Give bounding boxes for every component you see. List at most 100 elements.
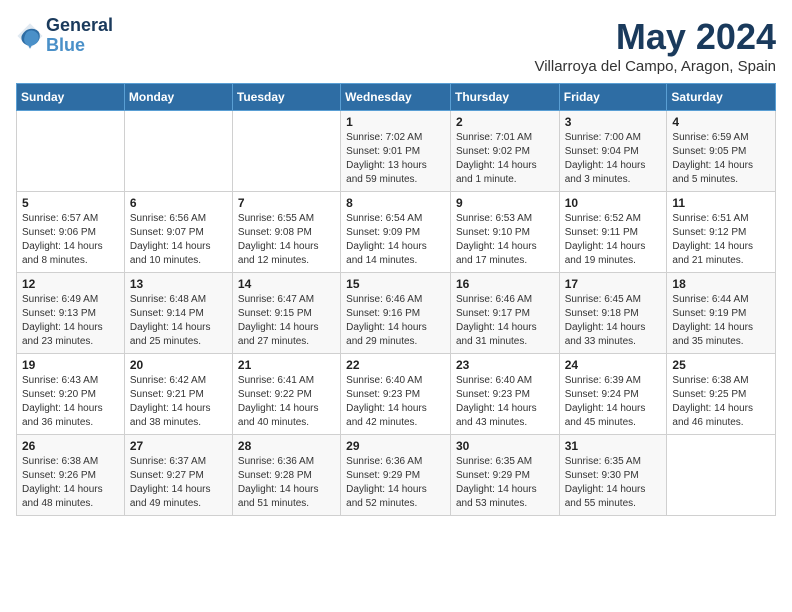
day-number: 7 [238, 196, 335, 210]
calendar-cell: 10Sunrise: 6:52 AM Sunset: 9:11 PM Dayli… [559, 192, 667, 273]
day-number: 1 [346, 115, 445, 129]
day-info: Sunrise: 7:00 AM Sunset: 9:04 PM Dayligh… [565, 131, 662, 187]
calendar-cell: 14 Sunrise: 6:47 AM Sunset: 9:15 PM Dayli… [232, 273, 340, 354]
day-info: Sunrise: 6:40 AM Sunset: 9:23 PM Dayligh… [346, 374, 445, 430]
day-number: 14 [238, 277, 335, 291]
day-number: 15 [346, 277, 445, 291]
header-monday: Monday [124, 84, 232, 111]
calendar-cell: 17 Sunrise: 6:45 AM Sunset: 9:18 PM Dayli… [559, 273, 667, 354]
day-info: Sunrise: 6:42 AM Sunset: 9:21 PM Dayligh… [130, 374, 227, 430]
calendar-cell: 21 Sunrise: 6:41 AM Sunset: 9:22 PM Dayli… [232, 354, 340, 435]
calendar-cell: 18 Sunrise: 6:44 AM Sunset: 9:19 PM Dayli… [667, 273, 776, 354]
calendar-cell [232, 111, 340, 192]
day-info: Sunrise: 6:55 AM Sunset: 9:08 PM Dayligh… [238, 212, 335, 268]
calendar-cell: 26 Sunrise: 6:38 AM Sunset: 9:26 PM Dayli… [17, 435, 125, 516]
day-number: 13 [130, 277, 227, 291]
header-saturday: Saturday [667, 84, 776, 111]
day-number: 3 [565, 115, 662, 129]
calendar-cell: 30 Sunrise: 6:35 AM Sunset: 9:29 PM Dayli… [450, 435, 559, 516]
day-info: Sunrise: 6:44 AM Sunset: 9:19 PM Dayligh… [672, 293, 770, 349]
day-number: 18 [672, 277, 770, 291]
day-info: Sunrise: 6:45 AM Sunset: 9:18 PM Dayligh… [565, 293, 662, 349]
calendar-week-row: 26 Sunrise: 6:38 AM Sunset: 9:26 PM Dayli… [17, 435, 776, 516]
day-info: Sunrise: 6:35 AM Sunset: 9:30 PM Dayligh… [565, 455, 662, 511]
logo: General Blue [16, 16, 113, 56]
day-info: Sunrise: 6:59 AM Sunset: 9:05 PM Dayligh… [672, 131, 770, 187]
day-info: Sunrise: 6:47 AM Sunset: 9:15 PM Dayligh… [238, 293, 335, 349]
header-friday: Friday [559, 84, 667, 111]
day-number: 26 [22, 439, 119, 453]
day-number: 29 [346, 439, 445, 453]
day-number: 20 [130, 358, 227, 372]
day-info: Sunrise: 6:43 AM Sunset: 9:20 PM Dayligh… [22, 374, 119, 430]
calendar-cell: 9 Sunrise: 6:53 AM Sunset: 9:10 PM Daylig… [450, 192, 559, 273]
calendar-cell: 22Sunrise: 6:40 AM Sunset: 9:23 PM Dayli… [341, 354, 451, 435]
day-info: Sunrise: 6:53 AM Sunset: 9:10 PM Dayligh… [456, 212, 554, 268]
day-number: 11 [672, 196, 770, 210]
day-number: 17 [565, 277, 662, 291]
title-block: May 2024 Villarroya del Campo, Aragon, S… [534, 16, 776, 75]
calendar-cell: 3 Sunrise: 7:00 AM Sunset: 9:04 PM Daylig… [559, 111, 667, 192]
calendar-cell: 5Sunrise: 6:57 AM Sunset: 9:06 PM Daylig… [17, 192, 125, 273]
location: Villarroya del Campo, Aragon, Spain [534, 58, 776, 75]
day-info: Sunrise: 7:02 AM Sunset: 9:01 PM Dayligh… [346, 131, 445, 187]
calendar-cell [667, 435, 776, 516]
calendar-cell: 1 Sunrise: 7:02 AM Sunset: 9:01 PM Daylig… [341, 111, 451, 192]
day-number: 4 [672, 115, 770, 129]
calendar-cell: 8Sunrise: 6:54 AM Sunset: 9:09 PM Daylig… [341, 192, 451, 273]
day-number: 28 [238, 439, 335, 453]
day-number: 21 [238, 358, 335, 372]
calendar-cell: 27Sunrise: 6:37 AM Sunset: 9:27 PM Dayli… [124, 435, 232, 516]
calendar-cell: 25 Sunrise: 6:38 AM Sunset: 9:25 PM Dayli… [667, 354, 776, 435]
calendar-cell: 15 Sunrise: 6:46 AM Sunset: 9:16 PM Dayli… [341, 273, 451, 354]
day-number: 25 [672, 358, 770, 372]
calendar-cell: 7 Sunrise: 6:55 AM Sunset: 9:08 PM Daylig… [232, 192, 340, 273]
calendar-cell: 4 Sunrise: 6:59 AM Sunset: 9:05 PM Daylig… [667, 111, 776, 192]
day-number: 24 [565, 358, 662, 372]
calendar-cell: 19 Sunrise: 6:43 AM Sunset: 9:20 PM Dayli… [17, 354, 125, 435]
logo-icon [16, 22, 44, 50]
day-info: Sunrise: 6:36 AM Sunset: 9:29 PM Dayligh… [346, 455, 445, 511]
day-number: 16 [456, 277, 554, 291]
logo-text: General Blue [46, 16, 113, 56]
day-info: Sunrise: 6:54 AM Sunset: 9:09 PM Dayligh… [346, 212, 445, 268]
calendar-header-row: SundayMondayTuesdayWednesdayThursdayFrid… [17, 84, 776, 111]
header-sunday: Sunday [17, 84, 125, 111]
day-info: Sunrise: 6:40 AM Sunset: 9:23 PM Dayligh… [456, 374, 554, 430]
day-number: 12 [22, 277, 119, 291]
calendar-cell: 11Sunrise: 6:51 AM Sunset: 9:12 PM Dayli… [667, 192, 776, 273]
calendar-cell: 6Sunrise: 6:56 AM Sunset: 9:07 PM Daylig… [124, 192, 232, 273]
calendar-cell: 23 Sunrise: 6:40 AM Sunset: 9:23 PM Dayli… [450, 354, 559, 435]
header-wednesday: Wednesday [341, 84, 451, 111]
day-number: 23 [456, 358, 554, 372]
calendar-cell: 16Sunrise: 6:46 AM Sunset: 9:17 PM Dayli… [450, 273, 559, 354]
header-tuesday: Tuesday [232, 84, 340, 111]
page-header: General Blue May 2024 Villarroya del Cam… [16, 16, 776, 75]
day-number: 9 [456, 196, 554, 210]
day-info: Sunrise: 6:38 AM Sunset: 9:25 PM Dayligh… [672, 374, 770, 430]
day-number: 30 [456, 439, 554, 453]
day-info: Sunrise: 6:35 AM Sunset: 9:29 PM Dayligh… [456, 455, 554, 511]
calendar-cell [124, 111, 232, 192]
day-number: 27 [130, 439, 227, 453]
calendar-cell: 29 Sunrise: 6:36 AM Sunset: 9:29 PM Dayli… [341, 435, 451, 516]
day-number: 2 [456, 115, 554, 129]
day-info: Sunrise: 6:46 AM Sunset: 9:16 PM Dayligh… [346, 293, 445, 349]
day-info: Sunrise: 6:56 AM Sunset: 9:07 PM Dayligh… [130, 212, 227, 268]
day-number: 31 [565, 439, 662, 453]
calendar-week-row: 12 Sunrise: 6:49 AM Sunset: 9:13 PM Dayli… [17, 273, 776, 354]
day-info: Sunrise: 6:38 AM Sunset: 9:26 PM Dayligh… [22, 455, 119, 511]
day-info: Sunrise: 6:52 AM Sunset: 9:11 PM Dayligh… [565, 212, 662, 268]
calendar-cell: 20 Sunrise: 6:42 AM Sunset: 9:21 PM Dayli… [124, 354, 232, 435]
day-info: Sunrise: 6:49 AM Sunset: 9:13 PM Dayligh… [22, 293, 119, 349]
day-info: Sunrise: 7:01 AM Sunset: 9:02 PM Dayligh… [456, 131, 554, 187]
calendar-cell [17, 111, 125, 192]
calendar-cell: 13Sunrise: 6:48 AM Sunset: 9:14 PM Dayli… [124, 273, 232, 354]
calendar-table: SundayMondayTuesdayWednesdayThursdayFrid… [16, 83, 776, 516]
month-title: May 2024 [534, 16, 776, 58]
calendar-cell: 24Sunrise: 6:39 AM Sunset: 9:24 PM Dayli… [559, 354, 667, 435]
calendar-cell: 2 Sunrise: 7:01 AM Sunset: 9:02 PM Daylig… [450, 111, 559, 192]
day-info: Sunrise: 6:41 AM Sunset: 9:22 PM Dayligh… [238, 374, 335, 430]
day-info: Sunrise: 6:36 AM Sunset: 9:28 PM Dayligh… [238, 455, 335, 511]
day-number: 19 [22, 358, 119, 372]
